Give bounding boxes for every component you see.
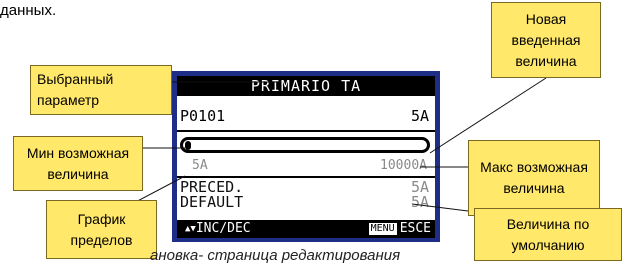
- menu-escape-keys: MENU ESCE: [368, 220, 431, 238]
- callout-text: Мин возможная величина: [26, 144, 130, 182]
- callout-new-value: Новая введенная величина: [491, 2, 601, 78]
- parameter-code: P0101: [180, 107, 226, 125]
- figure-caption: ановка- страница редактирования: [150, 247, 401, 264]
- lcd-display: PRIMARIO TA P0101 5A 5A 10000A PRECED. 5…: [177, 76, 435, 238]
- callout-max-value: Макс возможная величина: [468, 140, 600, 216]
- max-value: 10000A: [380, 158, 427, 173]
- limits-bar: [180, 137, 430, 153]
- default-value: 5A: [410, 193, 429, 211]
- callout-min-value: Мин возможная величина: [13, 136, 143, 191]
- screen-title: PRIMARIO TA: [177, 76, 435, 96]
- up-down-arrows-icon: ▲▼: [185, 224, 196, 234]
- callout-text: График пределов: [70, 210, 133, 248]
- inc-dec-keys: ▲▼INC/DEC: [185, 220, 251, 238]
- min-value: 5A: [192, 158, 208, 173]
- default-row: DEFAULT 5A: [177, 194, 435, 210]
- callout-limits-graph: График пределов: [46, 200, 157, 259]
- separator-line: [177, 130, 435, 132]
- menu-key-tag: MENU: [368, 223, 397, 235]
- callout-selected-parameter: Выбранный параметр: [30, 65, 172, 115]
- soft-key-bar: ▲▼INC/DEC MENU ESCE: [177, 220, 435, 238]
- callout-text: Макс возможная величина: [480, 159, 588, 196]
- escape-label: ESCE: [399, 221, 431, 236]
- parameter-row: P0101 5A: [177, 106, 435, 126]
- callout-text: Величина по умолчанию: [506, 215, 590, 253]
- callout-default-value: Величина по умолчанию: [474, 208, 622, 261]
- default-label: DEFAULT: [180, 193, 244, 211]
- callout-text: Выбранный параметр: [37, 71, 114, 108]
- parameter-value: 5A: [410, 107, 429, 125]
- callout-text: Новая введенная величина: [511, 10, 581, 69]
- limits-bar-fill: [185, 141, 191, 150]
- lead-text: данных.: [0, 2, 57, 19]
- inc-dec-label: INC/DEC: [195, 221, 251, 236]
- range-row: 5A 10000A: [177, 158, 435, 174]
